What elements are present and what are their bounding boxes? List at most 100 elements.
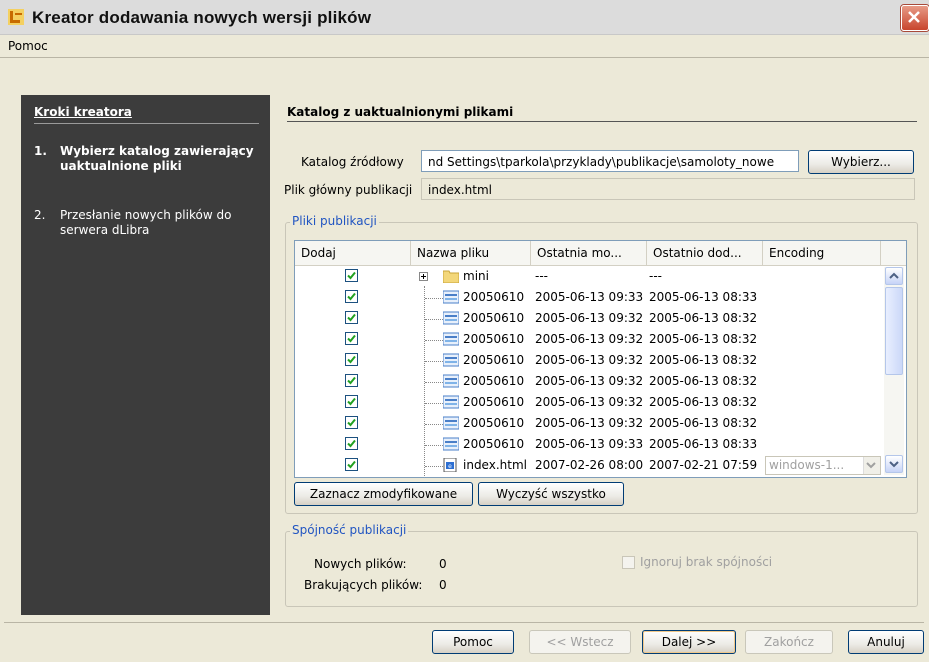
chevron-down-icon	[889, 461, 899, 468]
help-button[interactable]: Pomoc	[432, 630, 514, 654]
add-checkbox[interactable]	[345, 353, 358, 366]
step-number: 2.	[34, 208, 46, 222]
menu-bar: Pomoc	[0, 35, 929, 58]
tree-connector	[425, 466, 443, 467]
clear-all-button[interactable]: Wyczyść wszystko	[478, 482, 624, 506]
add-checkbox[interactable]	[345, 437, 358, 450]
scroll-down-button[interactable]	[885, 455, 903, 473]
tree-expand-icon[interactable]	[419, 272, 428, 281]
select-modified-label: Zaznacz zmodyfikowane	[309, 487, 458, 501]
file-name: 20050610	[463, 374, 525, 388]
scroll-up-button[interactable]	[885, 267, 903, 285]
checkmark-icon	[347, 271, 356, 280]
file-added: 2005-06-13 08:32	[649, 416, 758, 430]
source-dir-field[interactable]: nd Settings\tparkola\przyklady\publikacj…	[421, 150, 799, 172]
image-file-icon	[443, 416, 459, 430]
source-dir-label: Katalog źródłowy	[301, 155, 404, 169]
file-name: 20050610	[463, 332, 525, 346]
file-name: 20050610	[463, 290, 525, 304]
tree-connector	[425, 403, 443, 404]
title-divider	[287, 121, 917, 122]
add-checkbox[interactable]	[345, 395, 358, 408]
file-name: index.html	[463, 458, 527, 472]
image-file-icon	[443, 374, 459, 388]
table-row[interactable]: e index.html 2007-02-26 08:00 2007-02-21 07…	[295, 456, 883, 477]
browse-label: Wybierz...	[831, 155, 891, 169]
select-modified-button[interactable]: Zaznacz zmodyfikowane	[294, 482, 473, 506]
window-titlebar: Kreator dodawania nowych wersji plików	[0, 0, 929, 35]
step-number: 1.	[34, 144, 47, 158]
file-name: 20050610	[463, 353, 525, 367]
table-row[interactable]: 20050610 2005-06-13 09:32 2005-06-13 08:32	[295, 351, 883, 372]
table-scrollbar[interactable]	[884, 267, 904, 475]
image-file-icon	[443, 332, 459, 346]
help-label: Pomoc	[453, 635, 493, 649]
back-button[interactable]: << Wstecz	[529, 630, 631, 654]
file-added: 2005-06-13 08:32	[649, 311, 758, 325]
table-row[interactable]: 20050610 2005-06-13 09:32 2005-06-13 08:32	[295, 393, 883, 414]
table-row[interactable]: 20050610 2005-06-13 09:32 2005-06-13 08:32	[295, 309, 883, 330]
scroll-thumb[interactable]	[885, 287, 903, 375]
html-file-icon: e	[443, 458, 457, 472]
files-table: Dodaj Nazwa pliku Ostatnia mo... Ostatni…	[294, 240, 907, 478]
add-checkbox[interactable]	[345, 416, 358, 429]
encoding-select[interactable]: windows-1...	[765, 456, 881, 475]
next-button[interactable]: Dalej >>	[642, 630, 736, 654]
table-row[interactable]: 20050610 2005-06-13 09:33 2005-06-13 08:33	[295, 435, 883, 456]
file-added: 2005-06-13 08:32	[649, 332, 758, 346]
checkmark-icon	[347, 313, 356, 322]
tree-connector	[425, 361, 443, 362]
encoding-value: windows-1...	[769, 458, 845, 472]
add-checkbox[interactable]	[345, 374, 358, 387]
table-row[interactable]: 20050610 2005-06-13 09:33 2005-06-13 08:33	[295, 288, 883, 309]
column-header-add[interactable]: Dodaj	[295, 241, 411, 265]
main-file-field: index.html	[421, 178, 915, 200]
file-added: 2005-06-13 08:33	[649, 290, 758, 304]
image-file-icon	[443, 437, 459, 451]
cancel-label: Anuluj	[867, 635, 905, 649]
file-added: ---	[649, 269, 662, 283]
finish-button[interactable]: Zakończ	[745, 630, 833, 654]
clear-all-label: Wyczyść wszystko	[496, 487, 606, 501]
file-added: 2007-02-21 07:59	[649, 458, 758, 472]
ignore-consistency-label: Ignoruj brak spójności	[640, 555, 773, 569]
add-checkbox[interactable]	[345, 290, 358, 303]
add-checkbox[interactable]	[345, 332, 358, 345]
next-label: Dalej >>	[661, 635, 717, 649]
steps-title: Kroki kreatora	[34, 105, 132, 119]
add-checkbox[interactable]	[345, 311, 358, 324]
file-name: 20050610	[463, 437, 525, 451]
page-title: Katalog z uaktualnionymi plikami	[287, 105, 514, 119]
table-row[interactable]: mini --- ---	[295, 267, 883, 288]
file-modified: ---	[535, 269, 548, 283]
column-header-modified[interactable]: Ostatnia mo...	[531, 241, 647, 265]
browse-button[interactable]: Wybierz...	[808, 150, 914, 174]
file-modified: 2005-06-13 09:32	[535, 332, 644, 346]
add-checkbox[interactable]	[345, 458, 358, 471]
add-checkbox[interactable]	[345, 269, 358, 282]
main-file-label: Plik główny publikacji	[284, 183, 413, 197]
new-files-label: Nowych plików:	[314, 557, 407, 571]
column-header-name[interactable]: Nazwa pliku	[411, 241, 531, 265]
column-header-added[interactable]: Ostatnio dod...	[647, 241, 763, 265]
missing-files-label: Brakujących plików:	[304, 578, 423, 592]
finish-label: Zakończ	[764, 635, 814, 649]
file-name: mini	[463, 269, 489, 283]
table-row[interactable]: 20050610 2005-06-13 09:32 2005-06-13 08:32	[295, 414, 883, 435]
menu-item-pomoc[interactable]: Pomoc	[8, 39, 48, 53]
file-modified: 2005-06-13 09:33	[535, 437, 644, 451]
tree-connector	[425, 298, 443, 299]
tree-connector	[425, 340, 443, 341]
file-name: 20050610	[463, 395, 525, 409]
table-row[interactable]: 20050610 2005-06-13 09:32 2005-06-13 08:32	[295, 330, 883, 351]
image-file-icon	[443, 353, 459, 367]
checkmark-icon	[347, 418, 356, 427]
file-added: 2005-06-13 08:33	[649, 437, 758, 451]
close-button[interactable]	[901, 5, 929, 31]
image-file-icon	[443, 395, 459, 409]
table-row[interactable]: 20050610 2005-06-13 09:32 2005-06-13 08:32	[295, 372, 883, 393]
column-header-encoding[interactable]: Encoding	[763, 241, 881, 265]
cancel-button[interactable]: Anuluj	[848, 630, 924, 654]
steps-divider	[34, 123, 259, 124]
ignore-consistency-checkbox[interactable]	[622, 556, 635, 569]
